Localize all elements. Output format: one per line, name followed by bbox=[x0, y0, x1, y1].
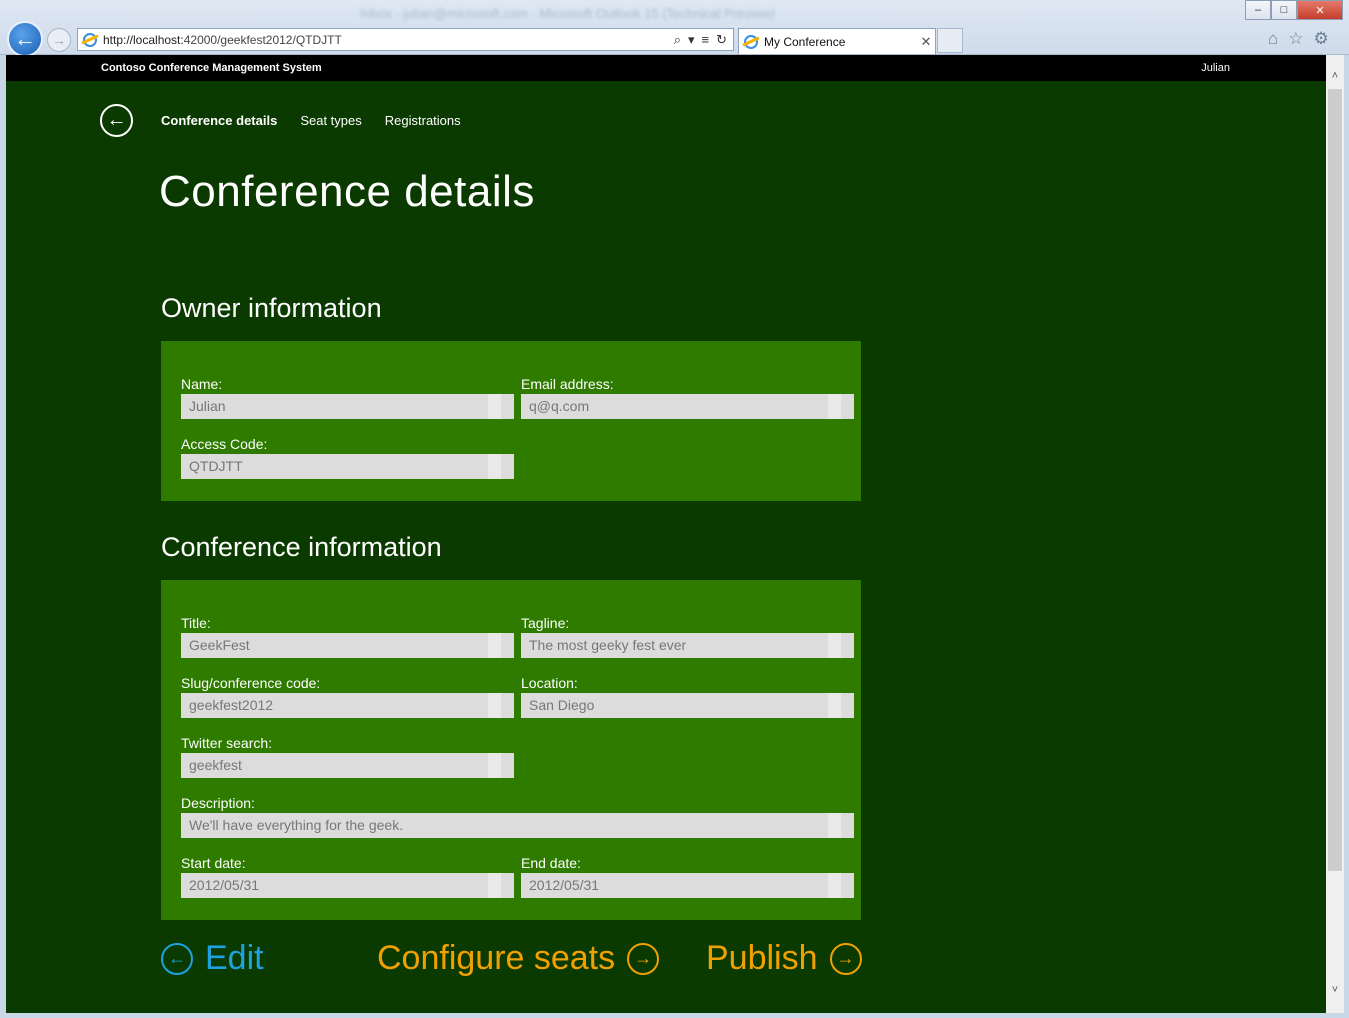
start-date-label: Start date: bbox=[181, 855, 246, 871]
owner-section-title: Owner information bbox=[161, 293, 382, 323]
minimize-button[interactable]: – bbox=[1245, 0, 1271, 20]
conference-section-title: Conference information bbox=[161, 532, 442, 562]
title-field: Title: GeekFest bbox=[181, 615, 514, 658]
access-code-label: Access Code: bbox=[181, 436, 268, 452]
email-label: Email address: bbox=[521, 376, 614, 392]
configure-seats-label: Configure seats bbox=[377, 939, 616, 977]
sub-navigation: Conference details Seat types Registrati… bbox=[161, 113, 461, 128]
forward-arrow-icon: → bbox=[627, 942, 660, 975]
scroll-down-icon[interactable]: ˅ bbox=[1326, 981, 1344, 999]
tab-ie-icon bbox=[744, 34, 758, 49]
browser-forward-button[interactable]: → bbox=[47, 28, 71, 52]
app-header: Contoso Conference Management System Jul… bbox=[6, 55, 1326, 81]
gear-icon[interactable]: ⚙ bbox=[1314, 29, 1329, 49]
twitter-input[interactable]: geekfest bbox=[181, 753, 514, 778]
publish-button[interactable]: Publish → bbox=[706, 939, 862, 978]
name-input[interactable]: Julian bbox=[181, 394, 514, 419]
forward-arrow-icon: → bbox=[52, 32, 66, 48]
browser-tab[interactable]: My Conference ✕ bbox=[738, 28, 936, 54]
email-field: Email address: q@q.com bbox=[521, 376, 854, 419]
vertical-scrollbar[interactable]: ˄ ˅ bbox=[1326, 55, 1344, 1013]
favorites-icon[interactable]: ☆ bbox=[1288, 29, 1303, 49]
twitter-field: Twitter search: geekfest bbox=[181, 735, 514, 778]
location-label: Location: bbox=[521, 675, 578, 691]
publish-label: Publish bbox=[706, 939, 818, 977]
maximize-button[interactable]: □ bbox=[1271, 0, 1297, 20]
end-date-label: End date: bbox=[521, 855, 581, 871]
slug-label: Slug/conference code: bbox=[181, 675, 321, 691]
address-bar[interactable]: http://localhost:42000/geekfest2012/QTDJ… bbox=[77, 28, 734, 51]
close-button[interactable]: ✕ bbox=[1297, 0, 1343, 20]
scroll-up-icon[interactable]: ˄ bbox=[1326, 67, 1344, 85]
access-code-field: Access Code: QTDJTT bbox=[181, 436, 514, 479]
location-input[interactable]: San Diego bbox=[521, 693, 854, 718]
dropdown-icon[interactable]: ▾ bbox=[688, 32, 695, 48]
page-back-button[interactable]: ← bbox=[100, 104, 133, 137]
brand-title: Contoso Conference Management System bbox=[101, 62, 322, 74]
end-date-field: End date: 2012/05/31 bbox=[521, 855, 854, 898]
page-title: Conference details bbox=[159, 167, 535, 216]
description-field: Description: We'll have everything for t… bbox=[181, 795, 854, 838]
compatibility-view-icon[interactable]: ≡ bbox=[702, 32, 710, 48]
tab-conference-details[interactable]: Conference details bbox=[161, 113, 277, 128]
edit-label: Edit bbox=[205, 939, 264, 977]
slug-input[interactable]: geekfest2012 bbox=[181, 693, 514, 718]
tab-title: My Conference bbox=[764, 34, 846, 49]
start-date-field: Start date: 2012/05/31 bbox=[181, 855, 514, 898]
new-tab-button[interactable] bbox=[937, 28, 963, 53]
access-code-input[interactable]: QTDJTT bbox=[181, 454, 514, 479]
tagline-input[interactable]: The most geeky fest ever bbox=[521, 633, 854, 658]
email-input[interactable]: q@q.com bbox=[521, 394, 854, 419]
end-date-input[interactable]: 2012/05/31 bbox=[521, 873, 854, 898]
owner-panel: Name: Julian Email address: q@q.com Acce… bbox=[161, 341, 861, 501]
back-arrow-icon: ← bbox=[106, 109, 127, 131]
tab-seat-types[interactable]: Seat types bbox=[300, 113, 361, 128]
scrollbar-thumb[interactable] bbox=[1328, 89, 1342, 871]
configure-seats-button[interactable]: Configure seats → bbox=[377, 939, 660, 978]
slug-field: Slug/conference code: geekfest2012 bbox=[181, 675, 514, 718]
edit-button[interactable]: ← Edit bbox=[161, 939, 264, 978]
browser-back-button[interactable]: ← bbox=[7, 21, 43, 57]
window-title: Inbox - julian@microsoft.com - Microsoft… bbox=[360, 6, 775, 21]
description-label: Description: bbox=[181, 795, 255, 811]
back-arrow-icon: ← bbox=[161, 942, 193, 975]
title-input[interactable]: GeekFest bbox=[181, 633, 514, 658]
location-field: Location: San Diego bbox=[521, 675, 854, 718]
tagline-label: Tagline: bbox=[521, 615, 570, 631]
page-content: Contoso Conference Management System Jul… bbox=[6, 55, 1326, 1013]
home-icon[interactable]: ⌂ bbox=[1268, 29, 1278, 49]
address-url[interactable]: http://localhost:42000/geekfest2012/QTDJ… bbox=[103, 33, 674, 47]
description-input[interactable]: We'll have everything for the geek. bbox=[181, 813, 854, 838]
refresh-icon[interactable]: ↻ bbox=[716, 32, 727, 48]
user-name[interactable]: Julian bbox=[1201, 62, 1230, 74]
tagline-field: Tagline: The most geeky fest ever bbox=[521, 615, 854, 658]
forward-arrow-icon: → bbox=[829, 942, 862, 975]
back-arrow-icon: ← bbox=[14, 26, 36, 51]
twitter-label: Twitter search: bbox=[181, 735, 273, 751]
search-icon[interactable]: ⌕ bbox=[674, 32, 681, 48]
action-bar: ← Edit Configure seats → Publish → bbox=[161, 939, 862, 979]
name-label: Name: bbox=[181, 376, 223, 392]
tab-close-icon[interactable]: ✕ bbox=[917, 34, 935, 50]
tab-registrations[interactable]: Registrations bbox=[385, 113, 461, 128]
conference-panel: Title: GeekFest Tagline: The most geeky … bbox=[161, 580, 861, 920]
name-field: Name: Julian bbox=[181, 376, 514, 419]
title-label: Title: bbox=[181, 615, 211, 631]
ie-logo-icon bbox=[83, 32, 97, 47]
start-date-input[interactable]: 2012/05/31 bbox=[181, 873, 514, 898]
browser-chrome: Inbox - julian@microsoft.com - Microsoft… bbox=[0, 0, 1349, 57]
